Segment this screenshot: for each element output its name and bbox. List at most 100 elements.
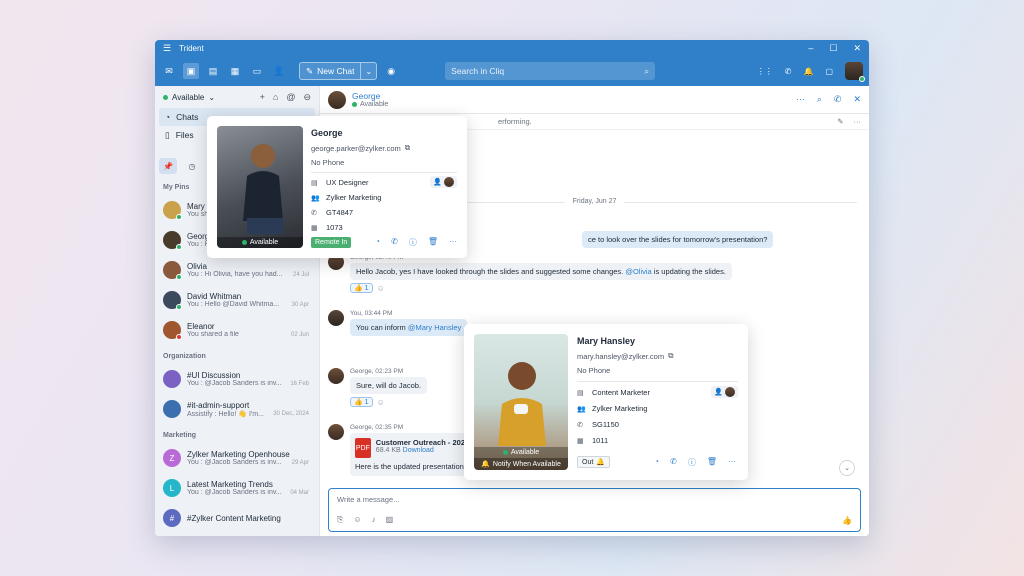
list-item[interactable]: Eleanor You shared a file 02 Jun bbox=[155, 315, 319, 345]
notify-button[interactable]: 🔔 Notify When Available bbox=[474, 458, 568, 470]
trash-icon[interactable]: 🗑 bbox=[428, 237, 438, 248]
close-icon[interactable]: ✕ bbox=[853, 94, 861, 105]
add-reaction-icon[interactable]: ☺ bbox=[377, 398, 385, 407]
edit-icon[interactable]: ✎ bbox=[837, 117, 843, 126]
clock-icon[interactable]: ◷ bbox=[183, 158, 201, 174]
chat-icon[interactable]: ◔ bbox=[375, 237, 380, 248]
thumbs-up-icon[interactable]: 👍 bbox=[842, 516, 852, 525]
chat-icon[interactable]: ▣ bbox=[183, 63, 199, 79]
avatar[interactable] bbox=[845, 62, 865, 82]
filter-icon[interactable]: ⊖ bbox=[303, 92, 311, 103]
list-item[interactable]: #UI Discussion You : @Jacob Sanders is in… bbox=[155, 364, 319, 394]
format-icon[interactable]: ▨ bbox=[386, 515, 394, 525]
file-size: 68.4 KB bbox=[375, 447, 401, 454]
call-icon[interactable]: ✆ bbox=[670, 457, 677, 468]
status-icon[interactable]: ◉ bbox=[383, 63, 399, 79]
profile-ext: GT4847 bbox=[326, 208, 354, 217]
list-item[interactable]: L Latest Marketing Trends You : @Jacob San… bbox=[155, 473, 319, 503]
status-badge: Remote In bbox=[311, 237, 352, 248]
copy-icon[interactable]: ⧉ bbox=[405, 143, 410, 153]
list-item[interactable]: Olivia You : Hi Olivia, have you had... 24… bbox=[155, 255, 319, 285]
message-text: Here is the updated presentation bbox=[355, 462, 464, 471]
notes-icon[interactable]: ▭ bbox=[249, 63, 265, 79]
info-icon[interactable]: ⓘ bbox=[409, 237, 417, 248]
search-input[interactable]: Search in Cliq ⌕ bbox=[445, 62, 656, 80]
phone-icon[interactable]: ✆ bbox=[785, 67, 792, 76]
trash-icon[interactable]: 🗑 bbox=[707, 457, 717, 468]
pin-icon[interactable]: 📌 bbox=[159, 158, 177, 174]
bell-icon[interactable]: 🔔 bbox=[803, 67, 813, 76]
chat-icon[interactable]: ◔ bbox=[654, 457, 659, 468]
menu-icon[interactable]: ☰ bbox=[163, 43, 171, 54]
item-name: #it-admin-support bbox=[187, 400, 250, 410]
reaction-badge[interactable]: 👍 1 bbox=[350, 283, 373, 293]
profile-ext: SG1150 bbox=[592, 420, 619, 429]
message: George, 02:35 PM PDF Customer Outreach -… bbox=[328, 424, 470, 476]
reporting-badge[interactable]: 👤 bbox=[430, 176, 457, 188]
item-date: 16 Feb bbox=[290, 381, 309, 387]
calendar-icon[interactable]: ▦ bbox=[227, 63, 243, 79]
window-title: Trident bbox=[179, 43, 204, 53]
new-chat-button[interactable]: ✎ New Chat ⌄ bbox=[299, 62, 378, 80]
person-icon: 👤 bbox=[714, 389, 723, 396]
new-chat-label: New Chat bbox=[317, 66, 355, 76]
attach-icon[interactable]: ⎘ bbox=[337, 515, 343, 525]
profile-email: george.parker@zylker.com bbox=[311, 143, 401, 153]
emoji-icon[interactable]: ☺ bbox=[353, 515, 361, 525]
mention-link[interactable]: @Mary Hansley bbox=[408, 323, 461, 332]
contacts-icon[interactable]: 👤 bbox=[271, 63, 287, 79]
mail-icon[interactable]: ✉ bbox=[161, 63, 177, 79]
file-attachment[interactable]: PDF Customer Outreach - 202 68.4 KB Down… bbox=[350, 433, 470, 476]
avail-label: Available bbox=[249, 239, 279, 246]
add-reaction-icon[interactable]: ☺ bbox=[377, 284, 385, 293]
chat-title[interactable]: George bbox=[352, 91, 388, 101]
reaction-badge[interactable]: 👍 1 bbox=[350, 397, 373, 407]
more-icon[interactable]: ··· bbox=[854, 117, 862, 126]
avatar bbox=[163, 291, 182, 310]
group-icon: 👥 bbox=[311, 194, 320, 202]
search-icon[interactable]: ⌕ bbox=[817, 94, 822, 105]
briefcase-icon: ▤ bbox=[311, 179, 318, 187]
call-icon[interactable]: ✆ bbox=[834, 94, 842, 105]
person-icon: 👤 bbox=[433, 179, 442, 186]
reporting-badge[interactable]: 👤 bbox=[711, 386, 738, 398]
avatar bbox=[163, 261, 182, 280]
avatar[interactable] bbox=[328, 90, 346, 109]
more-icon[interactable]: ··· bbox=[728, 457, 736, 468]
files-icon: ▯ bbox=[165, 129, 170, 140]
chevron-down-icon[interactable]: ⌄ bbox=[360, 63, 376, 79]
section-title: Organization bbox=[163, 353, 206, 360]
info-icon[interactable]: ⓘ bbox=[688, 457, 696, 468]
call-icon[interactable]: ✆ bbox=[391, 237, 398, 248]
more-icon[interactable]: ··· bbox=[449, 237, 457, 248]
search-icon[interactable]: ⌕ bbox=[644, 66, 649, 77]
mention-icon[interactable]: @ bbox=[286, 92, 295, 103]
status-dot bbox=[176, 304, 182, 310]
list-item[interactable]: David Whitman You : Hello @David Whitma..… bbox=[155, 285, 319, 315]
message-text: You can inform @Mary Hansley bbox=[350, 319, 468, 336]
home-icon[interactable]: ⌂ bbox=[273, 92, 278, 103]
profile-card-george: Available George george.parker@zylker.co… bbox=[207, 116, 467, 258]
item-date: 04 Mar bbox=[290, 490, 309, 496]
scroll-down-icon[interactable]: ⌄ bbox=[839, 460, 855, 476]
status-selector[interactable]: Available ⌄ + ⌂ @ ⊖ bbox=[155, 86, 319, 108]
minimize-icon[interactable]: – bbox=[808, 43, 813, 54]
close-window-icon[interactable]: ✕ bbox=[853, 43, 861, 54]
title-bar: ☰ Trident – ☐ ✕ bbox=[155, 40, 869, 56]
maximize-icon[interactable]: ☐ bbox=[829, 43, 837, 54]
list-item[interactable]: # #Zylker Content Marketing bbox=[155, 503, 319, 533]
message-composer[interactable]: Write a message... ⎘ ☺ ♪ ▨ 👍 bbox=[328, 488, 861, 532]
list-item[interactable]: #it-admin-support Assistify : Hello! 👋 I'… bbox=[155, 394, 319, 424]
dialpad-icon[interactable]: ⋮⋮ bbox=[757, 67, 773, 76]
avatar bbox=[163, 231, 182, 250]
mic-icon[interactable]: ♪ bbox=[372, 515, 376, 525]
download-link[interactable]: Download bbox=[403, 447, 434, 454]
settings-icon[interactable]: ▢ bbox=[825, 67, 833, 76]
meeting-icon[interactable]: ▤ bbox=[205, 63, 221, 79]
list-item[interactable]: Z Zylker Marketing Openhouse You : @Jacob … bbox=[155, 443, 319, 473]
profile-phone: No Phone bbox=[577, 366, 611, 375]
copy-icon[interactable]: ⧉ bbox=[668, 351, 673, 361]
add-icon[interactable]: + bbox=[260, 92, 265, 103]
more-icon[interactable]: ··· bbox=[796, 94, 805, 105]
mention-link[interactable]: @Olivia bbox=[625, 267, 651, 276]
